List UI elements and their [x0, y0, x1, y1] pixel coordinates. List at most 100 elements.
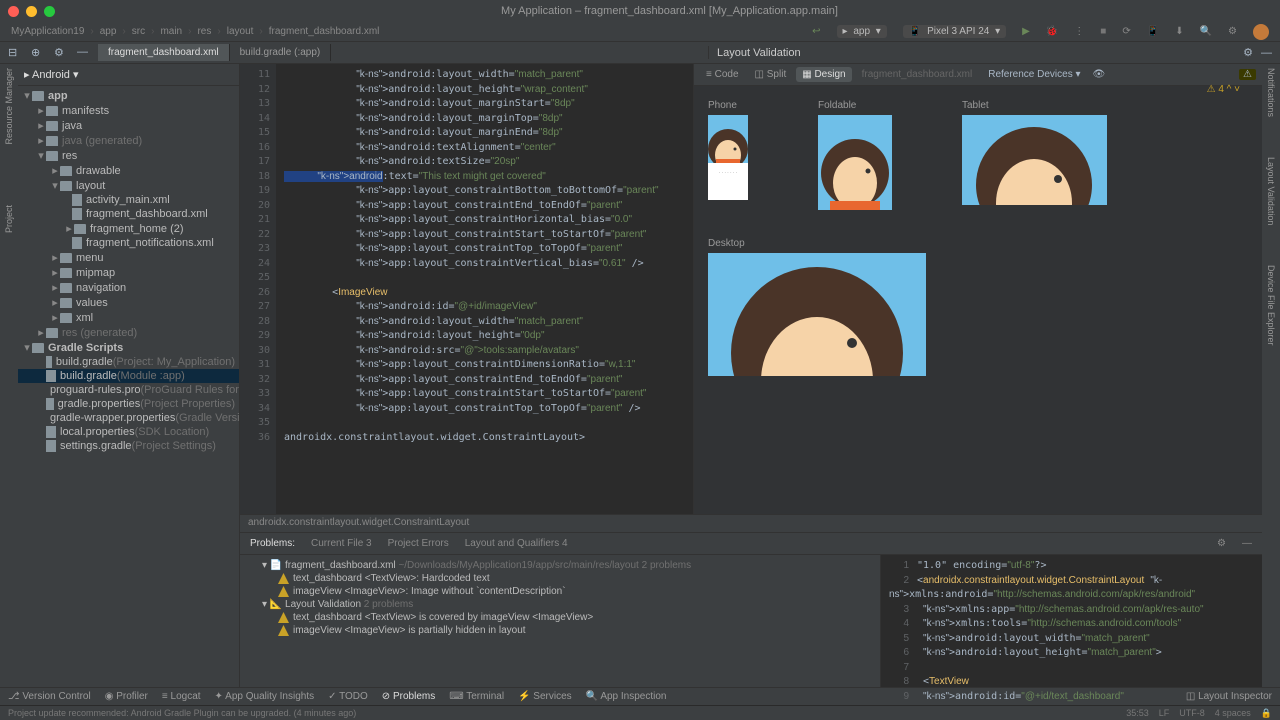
layout-qualifiers-tab[interactable]: Layout and Qualifiers 4 [465, 538, 568, 549]
mode-code[interactable]: ≡ Code [700, 67, 745, 82]
problem-item[interactable]: imageView <ImageView>: Image without `co… [240, 585, 880, 598]
tree-gradle-properties[interactable]: gradle.properties (Project Properties) [18, 397, 239, 411]
problem-item[interactable]: text_dashboard <TextView>: Hardcoded tex… [240, 572, 880, 585]
tree-build-gradle-module[interactable]: build.gradle (Module :app) [18, 369, 239, 383]
select-icon[interactable]: ⊕ [31, 46, 44, 59]
tree-menu[interactable]: ▸menu [18, 250, 239, 265]
tree-java[interactable]: ▸java [18, 118, 239, 133]
problems-panel: Problems: Current File 3 Project Errors … [240, 532, 1262, 687]
preview-desktop[interactable]: Desktop [708, 238, 1248, 376]
tree-build-gradle-project[interactable]: build.gradle (Project: My_Application) [18, 355, 239, 369]
problem-group-validation[interactable]: ▾ 📐 Layout Validation 2 problems [240, 598, 880, 611]
tool-device-file-explorer[interactable]: Device File Explorer [1266, 265, 1276, 346]
back-icon[interactable]: ↩ [812, 26, 820, 37]
hide-icon[interactable]: — [77, 46, 90, 59]
tool-todo[interactable]: ✓ TODO [328, 691, 368, 702]
tool-layout-validation[interactable]: Layout Validation [1266, 157, 1276, 225]
tree-manifests[interactable]: ▸manifests [18, 103, 239, 118]
indent[interactable]: 4 spaces [1215, 708, 1251, 719]
tool-logcat[interactable]: ≡ Logcat [162, 691, 201, 702]
tree-java-gen[interactable]: ▸java (generated) [18, 133, 239, 148]
right-tool-strip: Notifications Layout Validation Device F… [1262, 64, 1280, 687]
tool-services[interactable]: ⚡ Services [518, 691, 572, 702]
tab-build-gradle[interactable]: build.gradle (:app) [230, 44, 332, 61]
problems-gear-icon[interactable]: ⚙ [1217, 538, 1226, 549]
tree-gradle-wrapper[interactable]: gradle-wrapper.properties (Gradle Versio… [18, 411, 239, 425]
more-run-icon[interactable]: ⋮ [1074, 26, 1084, 37]
tool-terminal[interactable]: ⌨ Terminal [449, 691, 504, 702]
reference-devices-dropdown[interactable]: Reference Devices ▾ [988, 69, 1080, 80]
gear-icon[interactable]: ⚙ [1228, 26, 1237, 37]
tool-project[interactable]: Project [4, 205, 14, 233]
tree-local-properties[interactable]: local.properties (SDK Location) [18, 425, 239, 439]
tree-gradle-scripts[interactable]: ▾Gradle Scripts [18, 340, 239, 355]
editor-inspection-badge[interactable]: ⚠ 4 ^ ˅ [1207, 84, 1240, 95]
tool-notifications[interactable]: Notifications [1266, 68, 1276, 117]
project-view-dropdown[interactable]: ▸ Android ▾ [24, 68, 78, 81]
tool-app-inspection[interactable]: 🔍 App Inspection [586, 691, 667, 702]
gear-icon[interactable]: ⚙ [54, 46, 67, 59]
problem-group-file[interactable]: ▾ 📄 fragment_dashboard.xml ~/Downloads/M… [240, 559, 880, 572]
tree-res[interactable]: ▾res [18, 148, 239, 163]
problem-item[interactable]: text_dashboard <TextView> is covered by … [240, 611, 880, 624]
layout-validation-gear-icon[interactable]: ⚙ [1243, 46, 1253, 59]
device-selector[interactable]: 📱 Pixel 3 API 24 ▾ [903, 25, 1006, 38]
tool-problems[interactable]: ⊘ Problems [382, 691, 435, 702]
caret-position[interactable]: 35:53 [1126, 708, 1149, 719]
avatar[interactable] [1253, 24, 1269, 40]
tree-values[interactable]: ▸values [18, 295, 239, 310]
layout-validation-title: Layout Validation [717, 47, 801, 59]
project-tool-window: ▸ Android ▾ ▾app ▸manifests ▸java ▸java … [18, 64, 240, 687]
mode-split[interactable]: ◫ Split [749, 67, 793, 82]
preview-foldable[interactable]: Foldable [818, 100, 892, 210]
search-icon[interactable]: 🔍 [1200, 26, 1212, 37]
code-editor[interactable]: 1112131415161718192021222324252627282930… [240, 64, 694, 514]
eye-icon[interactable]: 👁 [1093, 69, 1106, 80]
current-file-tab[interactable]: Current File 3 [311, 538, 372, 549]
tree-app[interactable]: ▾app [18, 88, 239, 103]
tool-resource-manager[interactable]: Resource Manager [4, 68, 14, 145]
tool-app-quality[interactable]: ✦ App Quality Insights [215, 691, 315, 702]
collapse-icon[interactable]: ⊟ [8, 46, 21, 59]
inspection-badge[interactable]: ⚠ [1239, 69, 1256, 80]
tab-fragment-dashboard[interactable]: fragment_dashboard.xml [98, 44, 230, 61]
problems-hide-icon[interactable]: — [1242, 538, 1252, 549]
layout-validation-hide-icon[interactable]: — [1261, 47, 1272, 59]
avd-icon[interactable]: 📱 [1147, 26, 1159, 37]
status-message[interactable]: Project update recommended: Android Grad… [8, 708, 356, 718]
preview-tablet[interactable]: Tablet [962, 100, 1107, 210]
tree-drawable[interactable]: ▸drawable [18, 163, 239, 178]
tree-xml[interactable]: ▸xml [18, 310, 239, 325]
tree-fragment-dashboard[interactable]: fragment_dashboard.xml [18, 207, 239, 221]
mode-design[interactable]: ▦ Design [796, 67, 851, 82]
encoding[interactable]: UTF-8 [1179, 708, 1205, 719]
tree-mipmap[interactable]: ▸mipmap [18, 265, 239, 280]
problems-tab[interactable]: Problems: [250, 538, 295, 549]
tree-res-gen[interactable]: ▸res (generated) [18, 325, 239, 340]
tool-layout-inspector[interactable]: ◫ Layout Inspector [1186, 691, 1272, 702]
run-icon[interactable]: ▶ [1022, 26, 1030, 37]
sdk-icon[interactable]: ⬇ [1175, 26, 1183, 37]
tool-profiler[interactable]: ◉ Profiler [105, 691, 148, 702]
module-selector[interactable]: ▸ app ▾ [837, 25, 887, 38]
tree-layout[interactable]: ▾layout [18, 178, 239, 193]
problems-snippet[interactable]: 1"1.0" encoding="utf-8"?>2<androidx.cons… [880, 555, 1262, 687]
line-ending[interactable]: LF [1159, 708, 1170, 719]
stop-icon[interactable]: ■ [1100, 26, 1106, 37]
tree-proguard[interactable]: proguard-rules.pro (ProGuard Rules for "… [18, 383, 239, 397]
tree-activity-main[interactable]: activity_main.xml [18, 193, 239, 207]
code-area[interactable]: "k-ns">android:layout_width="match_paren… [276, 64, 693, 514]
preview-phone[interactable]: Phone . . . . . . . [708, 100, 748, 210]
status-bar: Project update recommended: Android Grad… [0, 705, 1280, 720]
debug-icon[interactable]: 🐞 [1046, 26, 1058, 37]
window-controls[interactable] [8, 6, 55, 17]
tree-settings-gradle[interactable]: settings.gradle (Project Settings) [18, 439, 239, 453]
tree-navigation[interactable]: ▸navigation [18, 280, 239, 295]
sync-icon[interactable]: ⟳ [1122, 26, 1130, 37]
tree-fragment-home[interactable]: ▸fragment_home (2) [18, 221, 239, 236]
tree-fragment-notifications[interactable]: fragment_notifications.xml [18, 236, 239, 250]
problem-item[interactable]: imageView <ImageView> is partially hidde… [240, 624, 880, 637]
tool-version-control[interactable]: ⎇ Version Control [8, 691, 91, 702]
lock-icon[interactable]: 🔒 [1261, 708, 1272, 719]
project-errors-tab[interactable]: Project Errors [388, 538, 449, 549]
